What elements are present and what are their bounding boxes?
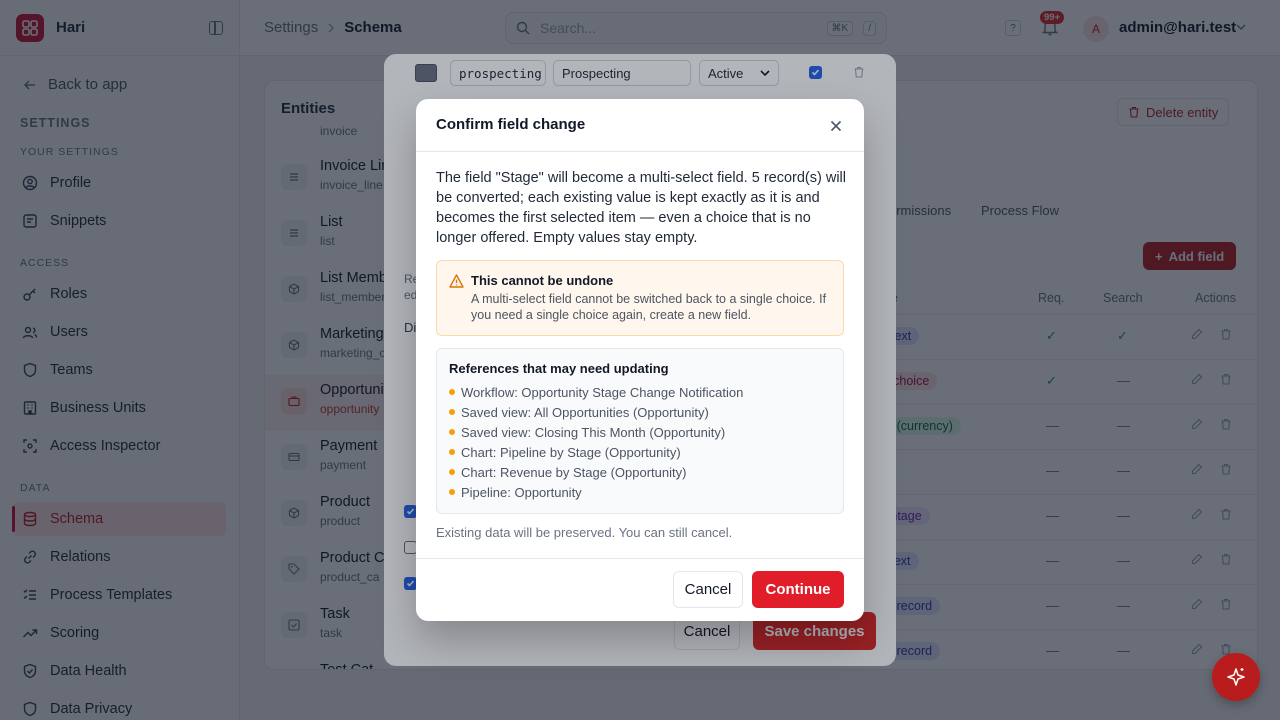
- reference-item: Saved view: All Opportunities (Opportuni…: [449, 403, 743, 423]
- confirm-dialog: Confirm field change The field "Stage" w…: [416, 99, 864, 621]
- reference-item: Chart: Pipeline by Stage (Opportunity): [449, 443, 743, 463]
- reference-item: Saved view: Closing This Month (Opportun…: [449, 423, 743, 443]
- warning-callout: This cannot be undone A multi-select fie…: [436, 260, 844, 336]
- divider: [416, 558, 864, 559]
- reference-item: Workflow: Opportunity Stage Change Notif…: [449, 383, 743, 403]
- warning-text: A multi-select field cannot be switched …: [471, 292, 827, 322]
- confirm-message: The field "Stage" will become a multi-se…: [436, 170, 847, 246]
- divider: [416, 151, 864, 152]
- sparkle-icon: [1227, 668, 1245, 686]
- confirm-dialog-title: Confirm field change: [436, 116, 586, 133]
- cancel-button[interactable]: Cancel: [673, 571, 743, 608]
- close-icon[interactable]: [828, 118, 844, 134]
- ai-assistant-button[interactable]: [1212, 653, 1260, 701]
- references-box: References that may need updating Workfl…: [436, 348, 844, 514]
- confirm-note: Existing data will be preserved. You can…: [436, 525, 733, 540]
- reference-item: Pipeline: Opportunity: [449, 483, 743, 503]
- warning-triangle-icon: [449, 274, 464, 288]
- references-title: References that may need updating: [449, 361, 669, 376]
- continue-button[interactable]: Continue: [752, 571, 844, 608]
- warning-title: This cannot be undone: [471, 273, 614, 288]
- references-list: Workflow: Opportunity Stage Change Notif…: [449, 383, 743, 503]
- reference-item: Chart: Revenue by Stage (Opportunity): [449, 463, 743, 483]
